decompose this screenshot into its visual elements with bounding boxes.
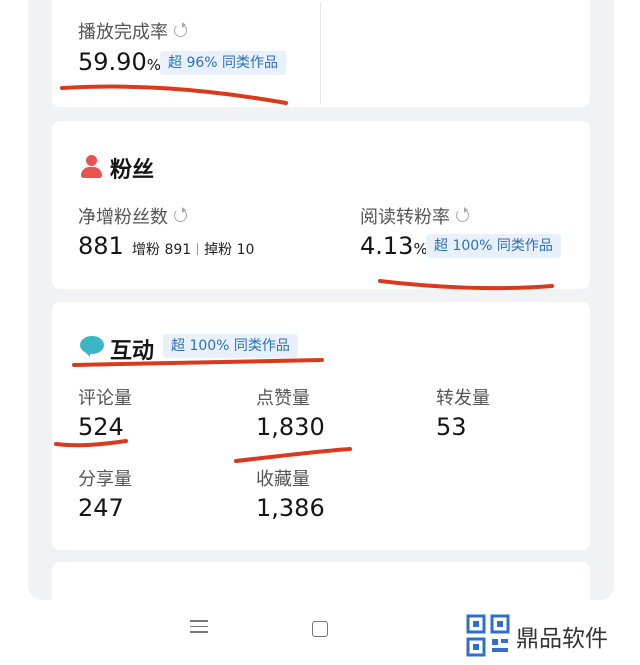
gain-value: 891 — [164, 242, 192, 258]
stat-value: 53 — [436, 413, 467, 441]
completion-label: 播放完成率 — [78, 18, 187, 44]
qr-logo-icon — [466, 614, 510, 657]
interaction-card: 互动 超 100% 同类作品 评论量 524 点赞量 1,830 转发量 53 … — [52, 302, 590, 550]
stat-value: 247 — [78, 494, 124, 522]
refresh-icon[interactable] — [174, 22, 187, 37]
menu-icon[interactable] — [190, 620, 208, 637]
completion-badge: 超 96% 同类作品 — [160, 51, 287, 75]
home-square-icon[interactable] — [312, 621, 328, 637]
app-screen: 播放完成率 59.90% 超 96% 同类作品 粉丝 净增粉丝数 881 增粉 … — [28, 0, 614, 600]
interaction-title: 互动 — [110, 339, 155, 364]
gain-label: 增粉 — [132, 242, 160, 258]
loss-label: 掉粉 — [204, 242, 233, 258]
stat-label: 点赞量 — [256, 388, 310, 409]
stat-label: 收藏量 — [256, 469, 310, 490]
person-icon — [80, 155, 102, 179]
completion-card: 播放完成率 59.90% 超 96% 同类作品 — [52, 0, 590, 107]
stat-value: 1,830 — [256, 413, 325, 441]
net-fans-value: 881 — [78, 232, 124, 260]
stat-label: 评论量 — [78, 388, 132, 409]
rate-badge: 超 100% 同类作品 — [426, 234, 561, 258]
refresh-icon[interactable] — [174, 207, 187, 222]
loss-value: 10 — [236, 242, 255, 258]
divider — [320, 2, 321, 104]
completion-value: 59.90% — [78, 48, 161, 76]
refresh-icon[interactable] — [456, 207, 469, 222]
fans-title: 粉丝 — [110, 158, 155, 183]
fans-breakdown: 增粉 891 掉粉 10 — [132, 239, 254, 259]
fans-card: 粉丝 净增粉丝数 881 增粉 891 掉粉 10 阅读转粉率 4.13% 超 1… — [52, 121, 590, 289]
net-fans-label: 净增粉丝数 — [78, 203, 187, 229]
rate-value: 4.13% — [360, 232, 428, 260]
stat-label: 分享量 — [78, 469, 132, 490]
stat-label: 转发量 — [436, 388, 490, 409]
next-card — [52, 562, 590, 600]
interaction-badge: 超 100% 同类作品 — [163, 334, 298, 358]
stat-value: 524 — [78, 413, 124, 441]
watermark-text: 鼎品软件 — [516, 626, 608, 652]
rate-label: 阅读转粉率 — [360, 203, 469, 229]
chat-bubble-icon — [80, 336, 104, 358]
stat-value: 1,386 — [256, 494, 325, 522]
